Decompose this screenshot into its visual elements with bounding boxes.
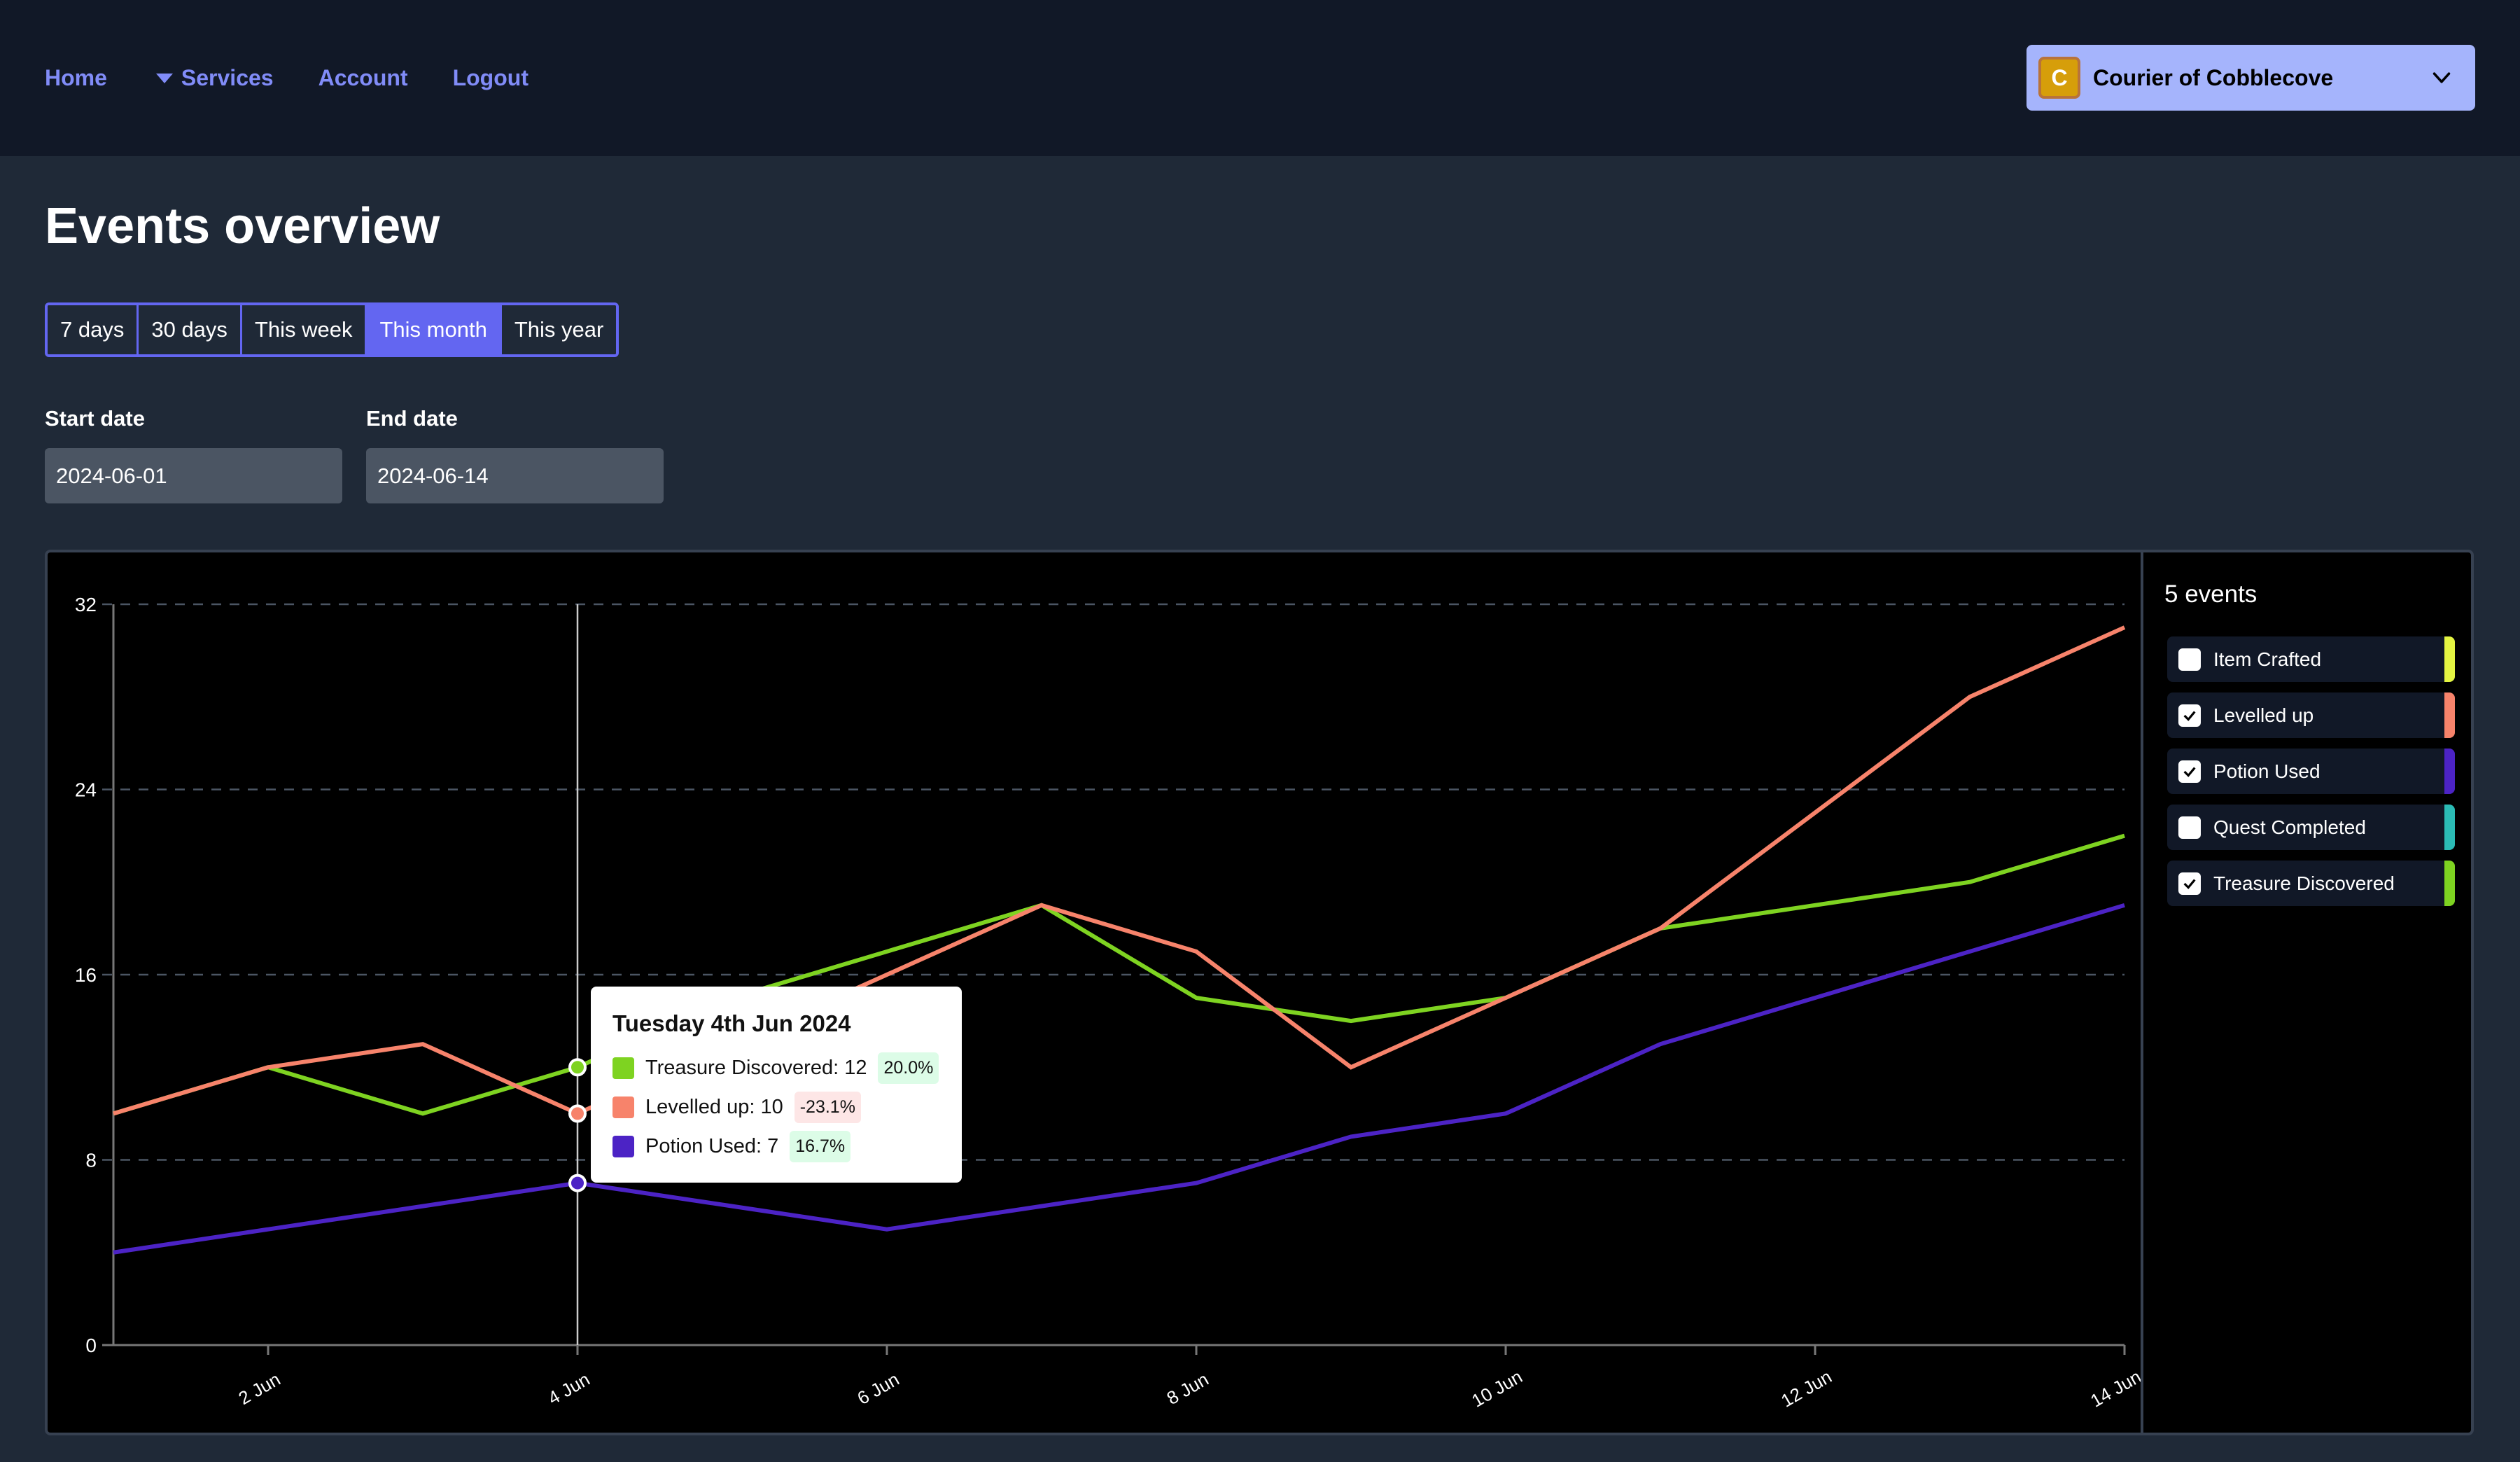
legend-label: Quest Completed: [2213, 816, 2366, 838]
legend-color-swatch: [2444, 636, 2455, 682]
series-line-levelled-up[interactable]: [113, 625, 2126, 1116]
range-this-month[interactable]: This month: [367, 305, 502, 354]
x-tick-label: 4 Jun: [544, 1368, 593, 1409]
tooltip-row: Potion Used: 7 16.7%: [612, 1127, 962, 1166]
x-tick-label: 8 Jun: [1163, 1368, 1212, 1409]
y-tick-label: 16: [75, 964, 97, 986]
legend-color-swatch: [2444, 805, 2455, 850]
x-tick-label: 14 Jun: [2087, 1366, 2141, 1412]
x-tick-label: 10 Jun: [1468, 1366, 1526, 1412]
range-30-days[interactable]: 30 days: [139, 305, 242, 354]
tooltip-change-badge: 16.7%: [790, 1130, 851, 1162]
nav-logout-label: Logout: [452, 65, 528, 90]
nav-home-label: Home: [45, 65, 107, 90]
hover-point-levelled-up[interactable]: [568, 1104, 587, 1123]
avatar: C: [2038, 57, 2080, 99]
legend-color-swatch: [2444, 749, 2455, 794]
tooltip-swatch: [612, 1135, 634, 1157]
legend-color-swatch: [2444, 692, 2455, 738]
legend-checkbox[interactable]: [2178, 704, 2201, 727]
legend-item-quest-completed[interactable]: Quest Completed: [2167, 805, 2455, 850]
tooltip-value: Potion Used: 7: [645, 1134, 779, 1157]
main-nav: Home Services Account Logout: [45, 0, 528, 156]
user-name: Courier of Cobblecove: [2093, 64, 2334, 90]
events-line-chart[interactable]: 0 8 16 24 32 2 Jun 4 Jun 6 Jun 8 Jun 10 Jun 12 Jun…: [48, 552, 2141, 1435]
date-range-selector: 7 days 30 days This week This month This…: [45, 302, 620, 357]
events-chart-card: 0 8 16 24 32 2 Jun 4 Jun 6 Jun 8 Jun 10 Jun 12 Jun…: [45, 550, 2474, 1435]
legend-item-item-crafted[interactable]: Item Crafted: [2167, 636, 2455, 682]
page-title: Events overview: [45, 198, 440, 254]
range-this-week[interactable]: This week: [241, 305, 368, 354]
tooltip-value: Treasure Discovered: 12: [645, 1056, 867, 1079]
legend-checkbox[interactable]: [2178, 760, 2201, 783]
start-date-label: Start date: [45, 406, 145, 431]
events-legend: 5 events Item Crafted Levelled up Potion U…: [2141, 552, 2471, 1433]
chevron-down-icon: [2432, 72, 2451, 83]
legend-item-treasure-discovered[interactable]: Treasure Discovered: [2167, 861, 2455, 906]
nav-home[interactable]: Home: [45, 65, 107, 91]
x-tick-label: 6 Jun: [853, 1368, 902, 1409]
y-tick-label: 0: [85, 1335, 97, 1356]
top-navbar: Home Services Account Logout C Courier o…: [0, 0, 2520, 156]
legend-color-swatch: [2444, 861, 2455, 906]
hover-point-treasure-discovered[interactable]: [568, 1058, 587, 1077]
x-tick-label: 12 Jun: [1777, 1366, 1835, 1412]
nav-services-label: Services: [181, 65, 274, 90]
hover-point-potion-used[interactable]: [568, 1174, 587, 1192]
series-line-potion-used[interactable]: [113, 903, 2125, 1255]
range-7-days[interactable]: 7 days: [48, 305, 139, 354]
tooltip-row: Levelled up: 10 -23.1%: [612, 1087, 962, 1127]
nav-services[interactable]: Services: [155, 65, 274, 91]
legend-label: Levelled up: [2213, 704, 2314, 726]
end-date-input[interactable]: [366, 448, 664, 503]
legend-checkbox[interactable]: [2178, 872, 2201, 895]
tooltip-swatch: [612, 1096, 634, 1118]
nav-logout[interactable]: Logout: [453, 65, 528, 91]
x-tick-label: 2 Jun: [234, 1368, 284, 1409]
chart-tooltip: Tuesday 4th Jun 2024 Treasure Discovered…: [591, 987, 962, 1183]
legend-label: Potion Used: [2213, 760, 2320, 782]
legend-item-potion-used[interactable]: Potion Used: [2167, 749, 2455, 794]
tooltip-title: Tuesday 4th Jun 2024: [612, 1010, 851, 1036]
tooltip-change-badge: 20.0%: [878, 1052, 939, 1084]
tooltip-value: Levelled up: 10: [645, 1095, 783, 1118]
checkmark-icon: [2183, 710, 2196, 721]
y-tick-label: 8: [85, 1150, 97, 1171]
nav-account[interactable]: Account: [318, 65, 408, 91]
checkmark-icon: [2183, 878, 2196, 889]
start-date-input[interactable]: [45, 448, 342, 503]
y-tick-label: 32: [75, 594, 97, 615]
user-switcher[interactable]: C Courier of Cobblecove: [2026, 45, 2475, 111]
legend-checkbox[interactable]: [2178, 816, 2201, 839]
tooltip-swatch: [612, 1057, 634, 1079]
tooltip-row: Treasure Discovered: 12 20.0%: [612, 1048, 962, 1087]
legend-checkbox[interactable]: [2178, 648, 2201, 671]
events-count: 5 events: [2164, 580, 2258, 608]
nav-account-label: Account: [318, 65, 408, 90]
legend-label: Item Crafted: [2213, 648, 2322, 670]
legend-label: Treasure Discovered: [2213, 872, 2395, 894]
caret-down-icon: [155, 73, 173, 83]
tooltip-change-badge: -23.1%: [794, 1091, 861, 1123]
range-this-year[interactable]: This year: [501, 305, 617, 354]
end-date-label: End date: [366, 406, 458, 431]
legend-item-levelled-up[interactable]: Levelled up: [2167, 692, 2455, 738]
checkmark-icon: [2183, 766, 2196, 777]
y-tick-label: 24: [75, 779, 97, 801]
